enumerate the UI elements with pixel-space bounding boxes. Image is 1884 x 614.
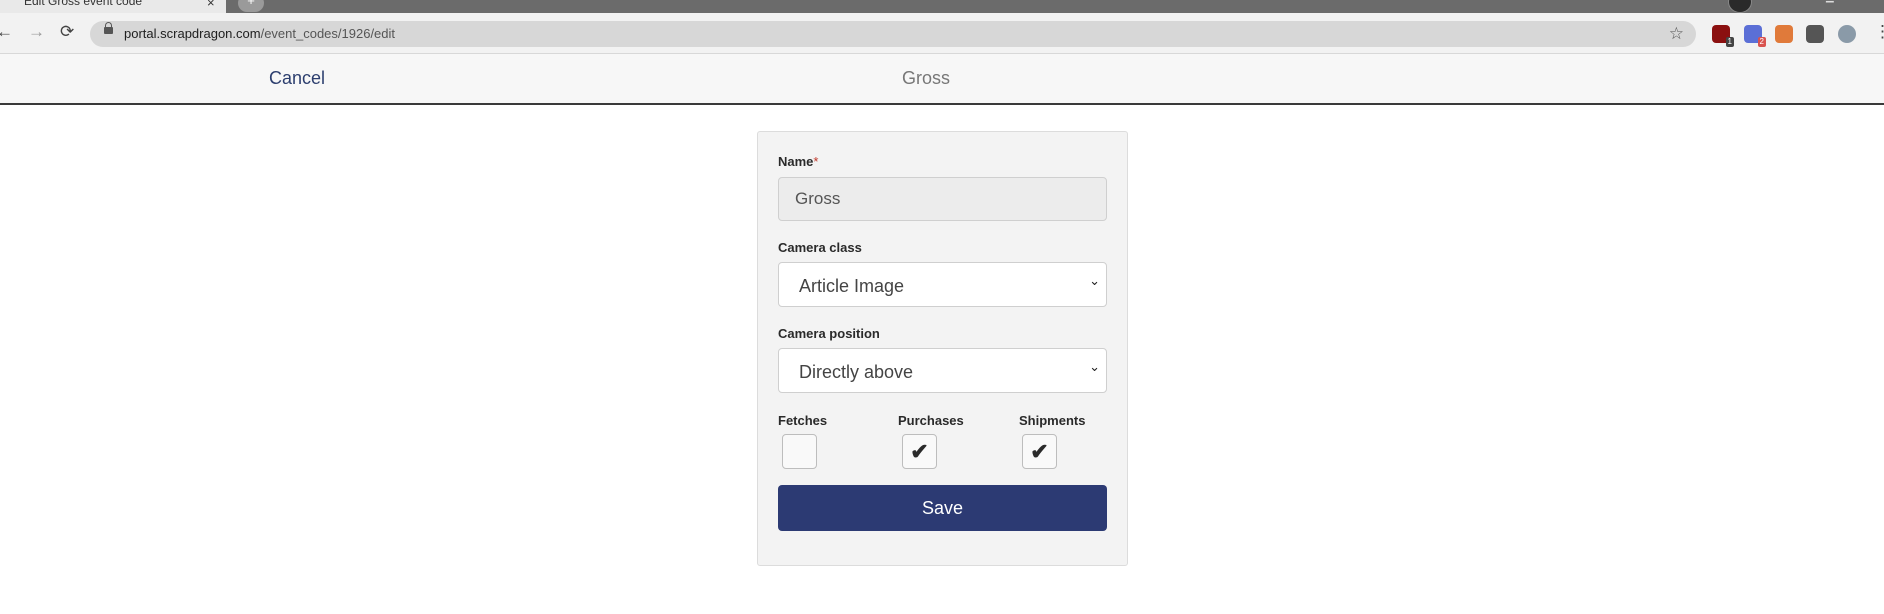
address-bar[interactable]: portal.scrapdragon.com/event_codes/1926/…	[90, 21, 1696, 47]
avatar[interactable]	[1838, 25, 1856, 43]
camera-position-label: Camera position	[778, 326, 880, 341]
name-label-text: Name	[778, 154, 814, 169]
url-host: portal.scrapdragon.com	[124, 26, 261, 41]
gear-extension-icon[interactable]: 2	[1744, 25, 1766, 47]
event-code-form: Name* Camera class Article Image ⌄ Camer…	[757, 131, 1128, 566]
ublock-icon[interactable]: 1	[1712, 25, 1734, 47]
url-text[interactable]: portal.scrapdragon.com/event_codes/1926/…	[124, 26, 395, 41]
browser-tab-strip: Edit Gross event code × + ▁	[0, 0, 1884, 13]
shipments-label: Shipments	[1019, 413, 1086, 428]
browser-menu-icon[interactable]: ⋮	[1874, 22, 1884, 42]
save-button[interactable]: Save	[778, 485, 1107, 531]
browser-toolbar: ← → ⟳ portal.scrapdragon.com/event_codes…	[0, 13, 1884, 54]
reload-icon[interactable]: ⟳	[60, 22, 74, 42]
purchases-label: Purchases	[898, 413, 964, 428]
camera-position-select[interactable]: Directly above ⌄	[778, 348, 1107, 393]
forward-icon[interactable]: →	[28, 22, 45, 42]
url-path: /event_codes/1926/edit	[260, 26, 396, 41]
chevron-down-icon: ⌄	[1089, 359, 1100, 374]
window-minimize-icon[interactable]: ▁	[1826, 0, 1836, 4]
tab-close-icon[interactable]: ×	[207, 0, 215, 10]
name-input[interactable]	[778, 177, 1107, 221]
required-marker: *	[813, 154, 819, 169]
checkmark-icon: ✔	[1030, 439, 1049, 464]
name-label: Name*	[778, 154, 818, 169]
chevron-down-icon: ⌄	[1089, 273, 1100, 288]
tab-title: Edit Gross event code	[24, 0, 143, 8]
browser-tab[interactable]: Edit Gross event code ×	[0, 0, 226, 13]
capsule-extension-icon[interactable]	[1775, 25, 1793, 43]
page-title: Gross	[901, 68, 950, 88]
camera-class-value: Article Image	[799, 276, 905, 296]
lock-icon[interactable]	[104, 22, 113, 34]
camera-class-label: Camera class	[778, 240, 862, 255]
bookmark-star-icon[interactable]: ☆	[1669, 24, 1684, 44]
extension-badge: 1	[1725, 37, 1734, 47]
camera-class-select[interactable]: Article Image ⌄	[778, 262, 1107, 307]
new-tab-button[interactable]: +	[238, 0, 264, 12]
puzzle-icon[interactable]	[1806, 25, 1824, 43]
camera-position-value: Directly above	[799, 362, 914, 382]
shipments-checkbox[interactable]: ✔	[1022, 434, 1057, 469]
checkmark-icon: ✔	[910, 439, 929, 464]
fetches-checkbox[interactable]	[782, 434, 817, 469]
back-icon[interactable]: ←	[0, 22, 13, 42]
fetches-label: Fetches	[778, 413, 828, 428]
extension-badge: 2	[1757, 37, 1766, 47]
app-header: Cancel Gross	[0, 54, 1884, 105]
purchases-checkbox[interactable]: ✔	[902, 434, 937, 469]
profile-icon[interactable]	[1728, 0, 1752, 13]
